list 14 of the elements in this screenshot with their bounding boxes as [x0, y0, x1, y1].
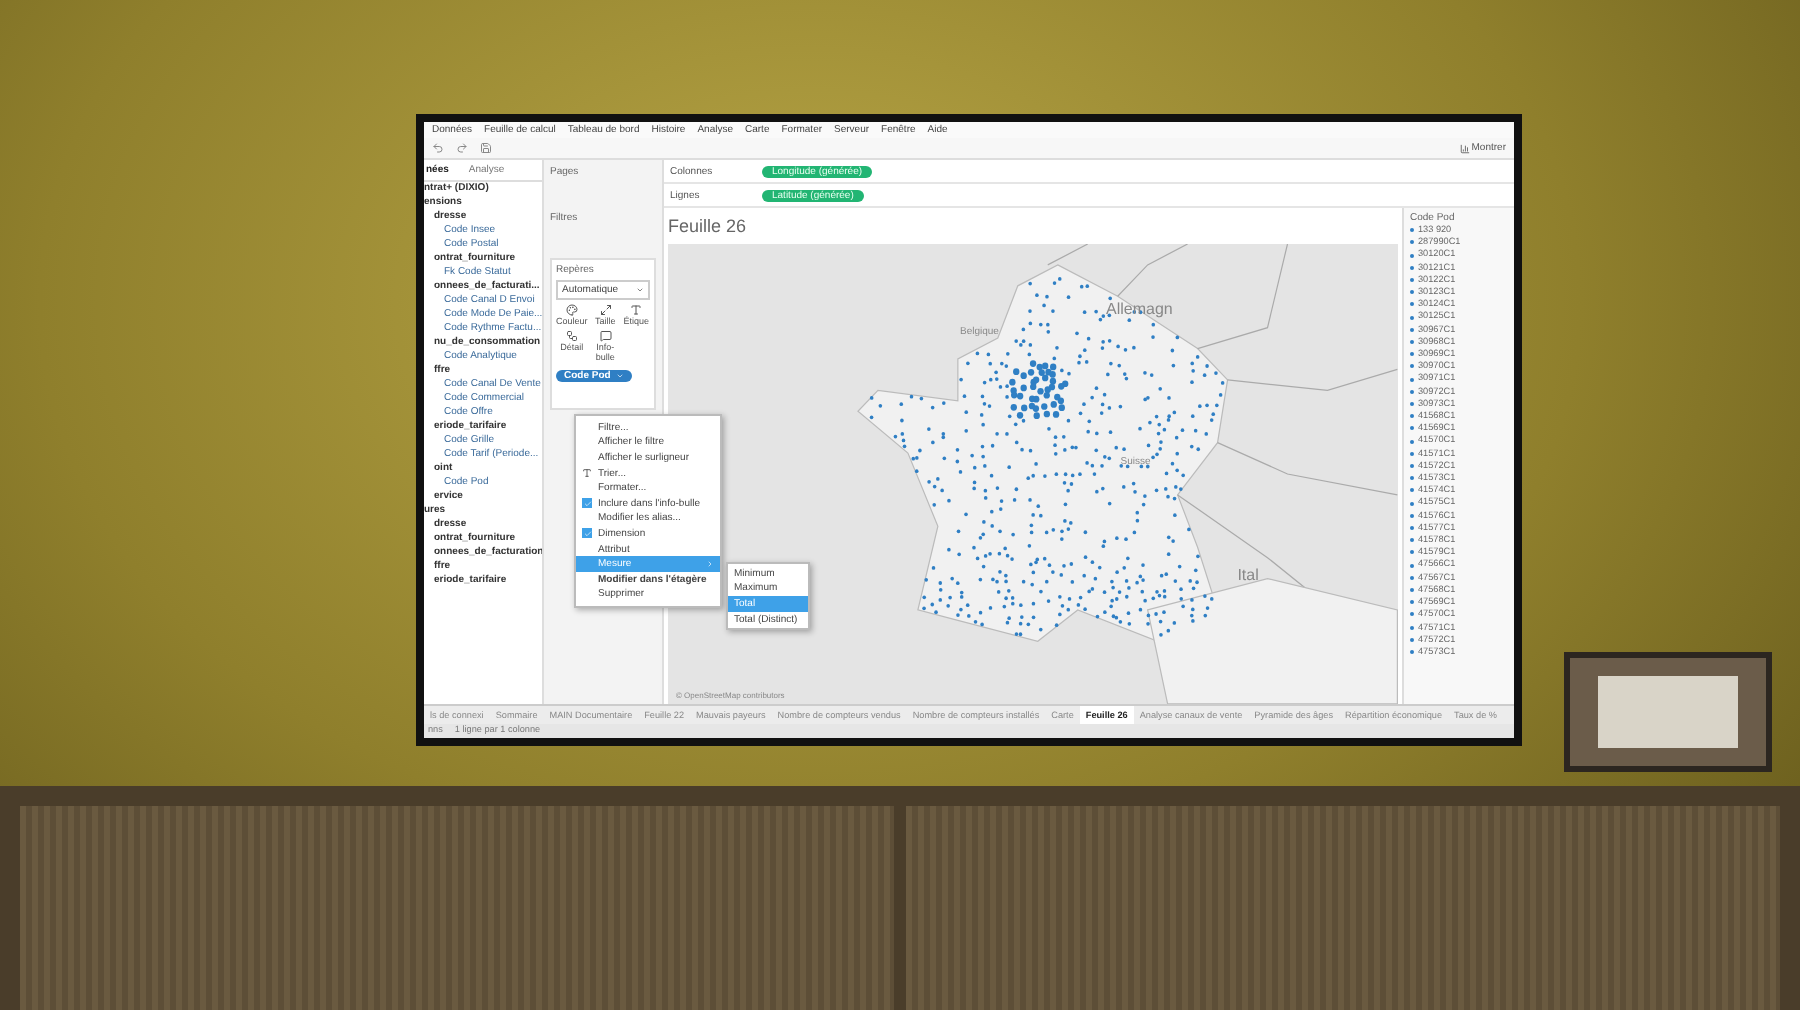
map-label: Ital [1237, 566, 1259, 584]
bar-chart-icon [1459, 143, 1470, 153]
undo-icon[interactable] [432, 142, 444, 154]
checkbox-icon [582, 498, 592, 509]
save-icon[interactable] [480, 142, 492, 154]
speech-bubble-icon [599, 330, 612, 342]
map-label: Allemagn [1106, 299, 1173, 318]
nodes-icon [565, 330, 578, 342]
text-icon [630, 304, 643, 316]
checkbox-icon [582, 528, 592, 539]
sort-icon [582, 468, 592, 479]
sheet-title: Feuille 26 [668, 214, 749, 240]
palette-icon [565, 304, 578, 316]
redo-icon[interactable] [456, 142, 468, 154]
